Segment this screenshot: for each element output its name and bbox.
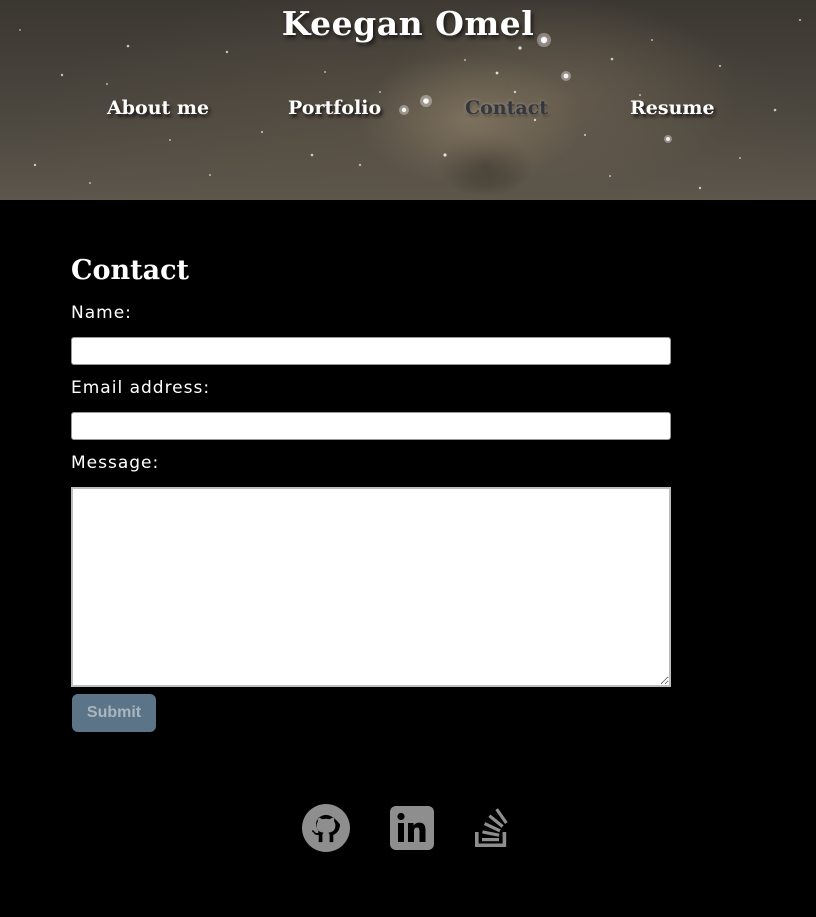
- github-icon[interactable]: [300, 802, 352, 854]
- name-label: Name:: [71, 303, 132, 323]
- submit-button[interactable]: Submit: [72, 694, 156, 732]
- nav-link-about-me[interactable]: About me: [107, 97, 209, 119]
- site-title: Keegan Omel: [281, 4, 535, 43]
- email-label: Email address:: [71, 378, 211, 398]
- message-label: Message:: [71, 453, 160, 473]
- stack-overflow-icon[interactable]: [468, 802, 520, 854]
- nav-link-portfolio[interactable]: Portfolio: [288, 97, 381, 119]
- contact-heading: Contact: [71, 255, 190, 286]
- message-textarea[interactable]: [71, 487, 671, 687]
- header-banner: Keegan Omel About me Portfolio Contact R…: [0, 0, 816, 200]
- linkedin-icon[interactable]: [386, 802, 438, 854]
- email-input[interactable]: [71, 412, 671, 440]
- nav-link-contact[interactable]: Contact: [465, 97, 548, 119]
- name-input[interactable]: [71, 337, 671, 365]
- nav-link-resume[interactable]: Resume: [630, 97, 715, 119]
